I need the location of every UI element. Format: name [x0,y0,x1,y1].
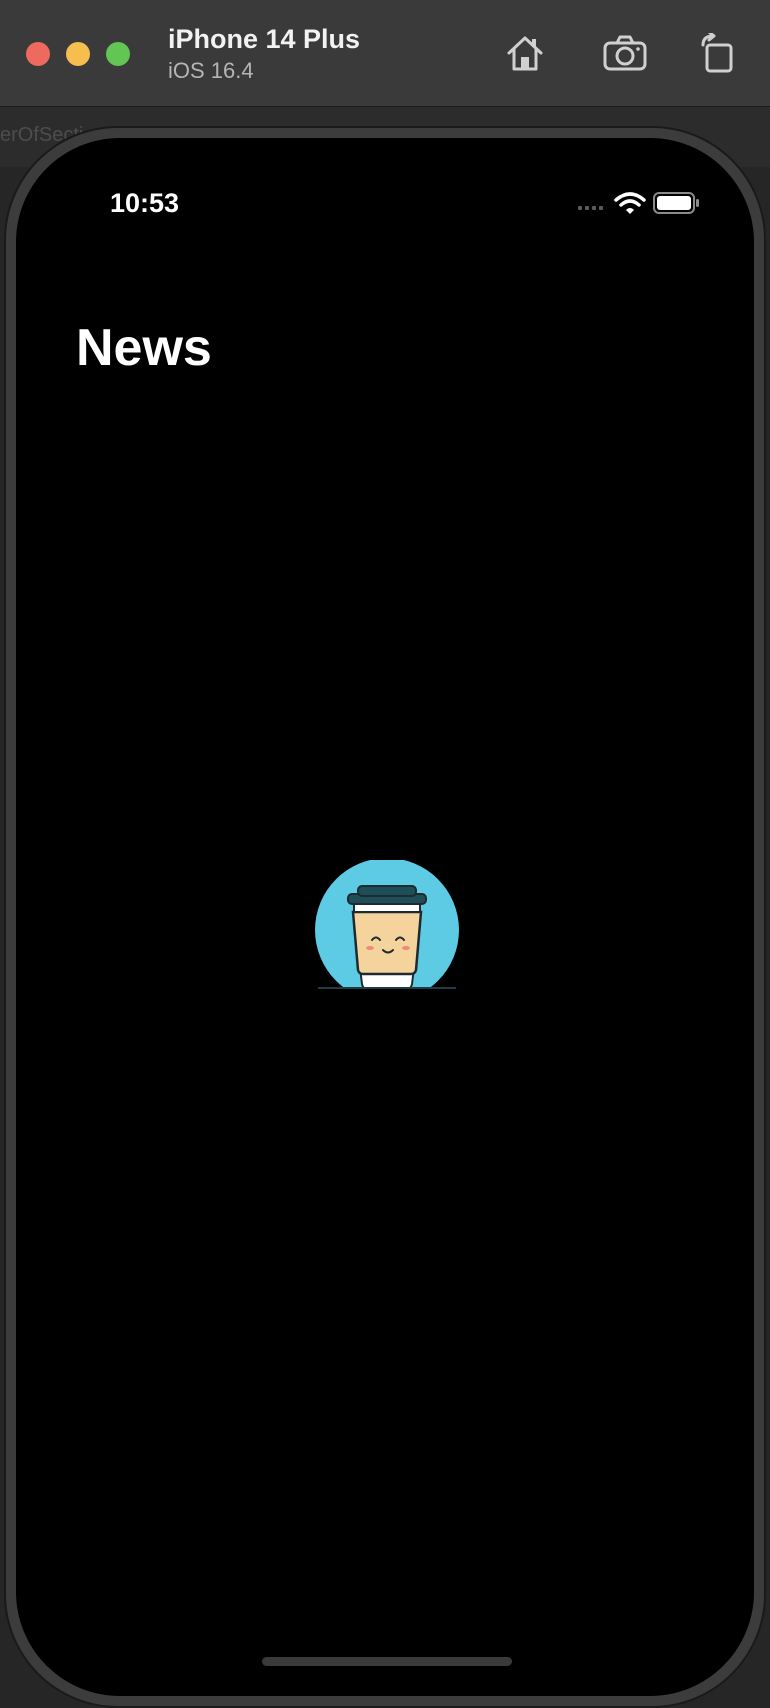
status-bar-time: 10:53 [110,188,180,218]
home-icon [507,36,543,71]
navigation-title: News [76,319,212,377]
home-button[interactable] [500,28,550,78]
status-bar-icons [578,192,699,214]
cellular-signal-icon [578,206,603,210]
os-version: iOS 16.4 [168,58,254,83]
camera-icon [603,35,647,71]
simulator-window: iPhone 14 Plus iOS 16.4 erOfSecti 10:53 … [0,0,770,1708]
rotate-button[interactable] [692,28,742,78]
rotate-icon [701,33,733,73]
coffee-cup-icon [315,860,459,989]
device-name: iPhone 14 Plus [168,24,361,54]
home-indicator[interactable] [262,1657,512,1666]
screenshot-button[interactable] [600,28,650,78]
minimize-window-button[interactable] [66,42,90,66]
device-screen[interactable]: 10:53 News [16,138,754,1696]
zoom-window-button[interactable] [106,42,130,66]
close-window-button[interactable] [26,42,50,66]
wifi-icon [614,192,646,214]
battery-icon [653,192,699,214]
title-bar[interactable]: iPhone 14 Plus iOS 16.4 [0,0,770,107]
device-frame: 10:53 News [6,128,764,1706]
